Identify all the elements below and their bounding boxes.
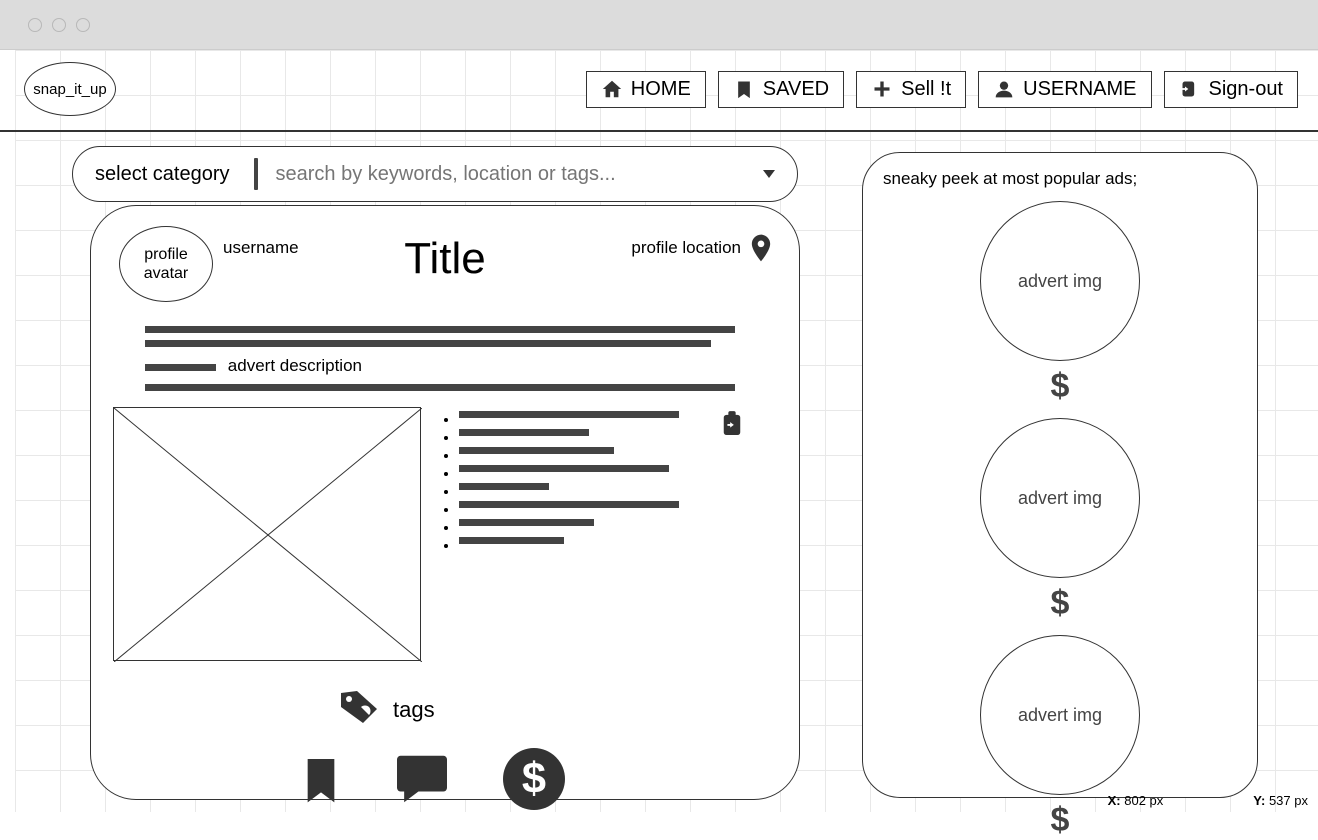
list-item — [459, 429, 589, 436]
user-icon — [993, 78, 1015, 100]
list-item — [459, 447, 614, 454]
avatar-line2: avatar — [144, 264, 188, 283]
nav-bar: HOME SAVED Sell !t USERNAME Sign-out — [586, 71, 1298, 108]
tags-label: tags — [393, 697, 435, 723]
nav-sell-label: Sell !t — [901, 78, 951, 101]
popular-ads-sidebar: sneaky peek at most popular ads; advert … — [862, 152, 1258, 798]
plus-icon — [871, 78, 893, 100]
popular-ad-item[interactable]: advert img $ — [883, 635, 1237, 840]
logo[interactable]: snap_it_up — [24, 62, 116, 116]
clipboard-icon[interactable] — [721, 411, 743, 661]
popular-ad-item[interactable]: advert img $ — [883, 418, 1237, 623]
advert-title: Title — [404, 234, 486, 284]
chat-icon[interactable] — [397, 755, 447, 808]
desc-line — [145, 326, 735, 333]
nav-username-label: USERNAME — [1023, 78, 1136, 101]
search-bar: select category — [72, 146, 798, 202]
status-x: X: 802 px — [1108, 793, 1164, 808]
advert-img-placeholder: advert img — [980, 418, 1140, 578]
username-label: username — [223, 238, 299, 258]
sidebar-title: sneaky peek at most popular ads; — [883, 169, 1237, 189]
profile-avatar[interactable]: profile avatar — [119, 226, 213, 302]
bookmark-icon — [733, 78, 755, 100]
nav-home-label: HOME — [631, 78, 691, 101]
maximize-window-icon[interactable] — [76, 18, 90, 32]
close-window-icon[interactable] — [28, 18, 42, 32]
status-y: Y: 537 px — [1253, 793, 1308, 808]
desc-line — [145, 340, 711, 347]
action-row: $ — [301, 748, 771, 815]
popular-ad-item[interactable]: advert img $ — [883, 201, 1237, 406]
advert-img-placeholder: advert img — [980, 635, 1140, 795]
search-input[interactable] — [276, 163, 763, 186]
description-label: advert description — [228, 356, 362, 376]
search-separator — [254, 158, 258, 190]
list-item — [459, 483, 549, 490]
price-icon: $ — [1051, 584, 1070, 623]
details-list — [443, 411, 679, 661]
save-bookmark-icon[interactable] — [301, 755, 341, 808]
signout-icon — [1179, 78, 1201, 100]
nav-home[interactable]: HOME — [586, 71, 706, 108]
desc-line — [145, 384, 735, 391]
advert-card: profile avatar username Title profile lo… — [90, 205, 800, 800]
list-item — [459, 501, 679, 508]
location-pin-icon — [751, 234, 771, 267]
nav-sell[interactable]: Sell !t — [856, 71, 966, 108]
description-block: advert description — [145, 326, 735, 391]
list-item — [459, 465, 669, 472]
nav-username[interactable]: USERNAME — [978, 71, 1151, 108]
header: snap_it_up HOME SAVED Sell !t USERNAME — [0, 50, 1318, 132]
nav-signout[interactable]: Sign-out — [1164, 71, 1299, 108]
content-row — [119, 407, 771, 661]
list-item — [459, 411, 679, 418]
nav-saved-label: SAVED — [763, 78, 829, 101]
list-item — [459, 519, 594, 526]
advert-image-placeholder[interactable] — [113, 407, 421, 661]
home-icon — [601, 78, 623, 100]
card-header: profile avatar username Title profile lo… — [119, 224, 771, 302]
browser-chrome — [0, 0, 1318, 50]
advert-img-placeholder: advert img — [980, 201, 1140, 361]
tag-icon — [339, 689, 379, 730]
desc-line — [145, 364, 216, 371]
price-dollar-icon[interactable]: $ — [503, 748, 565, 815]
list-item — [459, 537, 564, 544]
nav-saved[interactable]: SAVED — [718, 71, 844, 108]
status-bar: X: 802 px Y: 537 px — [1108, 793, 1308, 808]
select-category[interactable]: select category — [95, 163, 248, 186]
tags-row: tags — [339, 689, 771, 730]
price-icon: $ — [1051, 801, 1070, 840]
chevron-down-icon[interactable] — [763, 170, 775, 178]
avatar-line1: profile — [144, 245, 188, 264]
minimize-window-icon[interactable] — [52, 18, 66, 32]
window-controls — [0, 0, 1318, 32]
price-icon: $ — [1051, 367, 1070, 406]
nav-signout-label: Sign-out — [1209, 78, 1284, 101]
svg-text:$: $ — [522, 755, 546, 803]
profile-location: profile location — [631, 238, 741, 258]
